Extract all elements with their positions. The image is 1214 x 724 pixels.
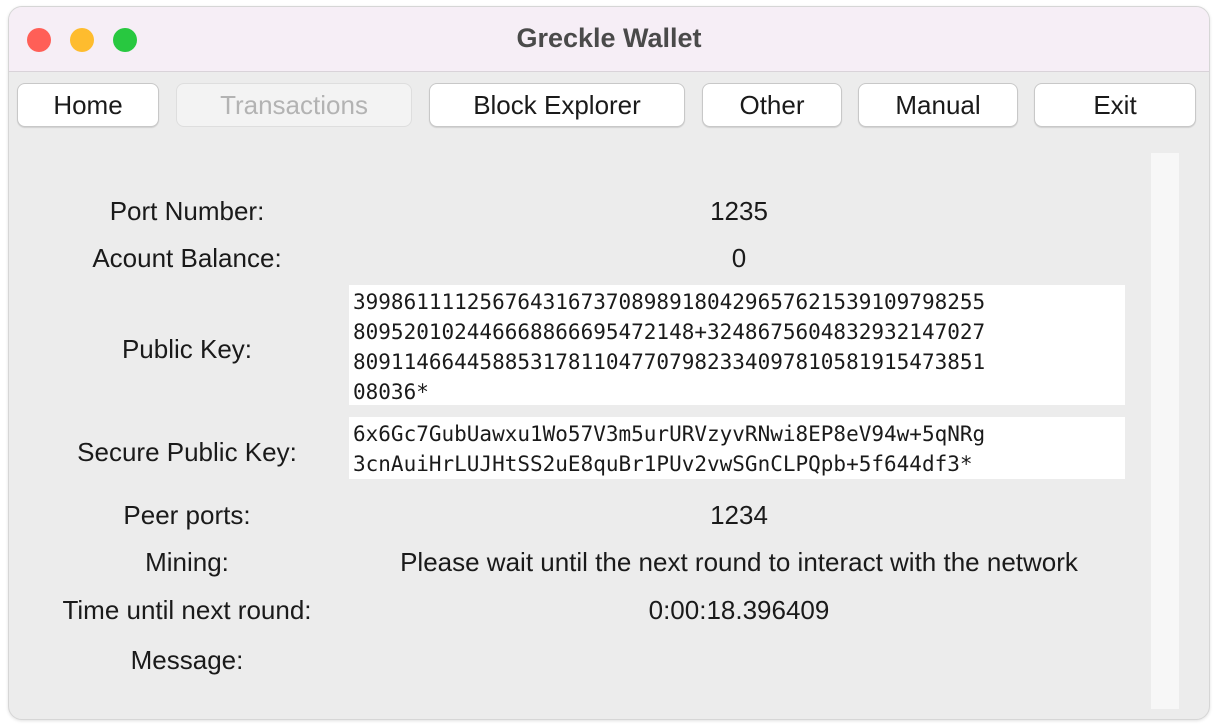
port-number-value: 1235 [710,196,768,226]
peer-ports-label: Peer ports: [123,500,251,530]
block-explorer-button[interactable]: Block Explorer [429,83,685,127]
exit-button[interactable]: Exit [1034,83,1196,127]
vertical-scrollbar[interactable] [1151,153,1179,709]
mining-label: Mining: [145,547,229,577]
other-button[interactable]: Other [702,83,842,127]
transactions-button: Transactions [176,83,412,127]
title-bar: Greckle Wallet [9,7,1209,72]
secure-public-key-label: Secure Public Key: [77,437,297,467]
public-key-label: Public Key: [121,334,253,364]
account-balance-value: 0 [731,243,747,273]
window-title: Greckle Wallet [516,23,702,53]
peer-ports-value: 1234 [710,500,768,530]
time-until-next-round-label: Time until next round: [62,595,312,625]
app-window: Greckle Wallet Home Transactions Block E… [8,6,1210,720]
account-balance-label: Acount Balance: [92,243,282,273]
message-label: Message: [130,645,244,675]
public-key-field[interactable]: 3998611112567643167370898918042965762153… [349,285,1125,405]
mining-status-value: Please wait until the next round to inte… [400,547,1078,577]
time-until-next-round-value: 0:00:18.396409 [648,595,830,625]
home-button[interactable]: Home [17,83,159,127]
manual-button[interactable]: Manual [858,83,1018,127]
toolbar: Home Transactions Block Explorer Other M… [9,71,1209,151]
port-number-label: Port Number: [109,196,265,226]
secure-public-key-field[interactable]: 6x6Gc7GubUawxu1Wo57V3m5urURVzyvRNwi8EP8e… [349,417,1125,479]
